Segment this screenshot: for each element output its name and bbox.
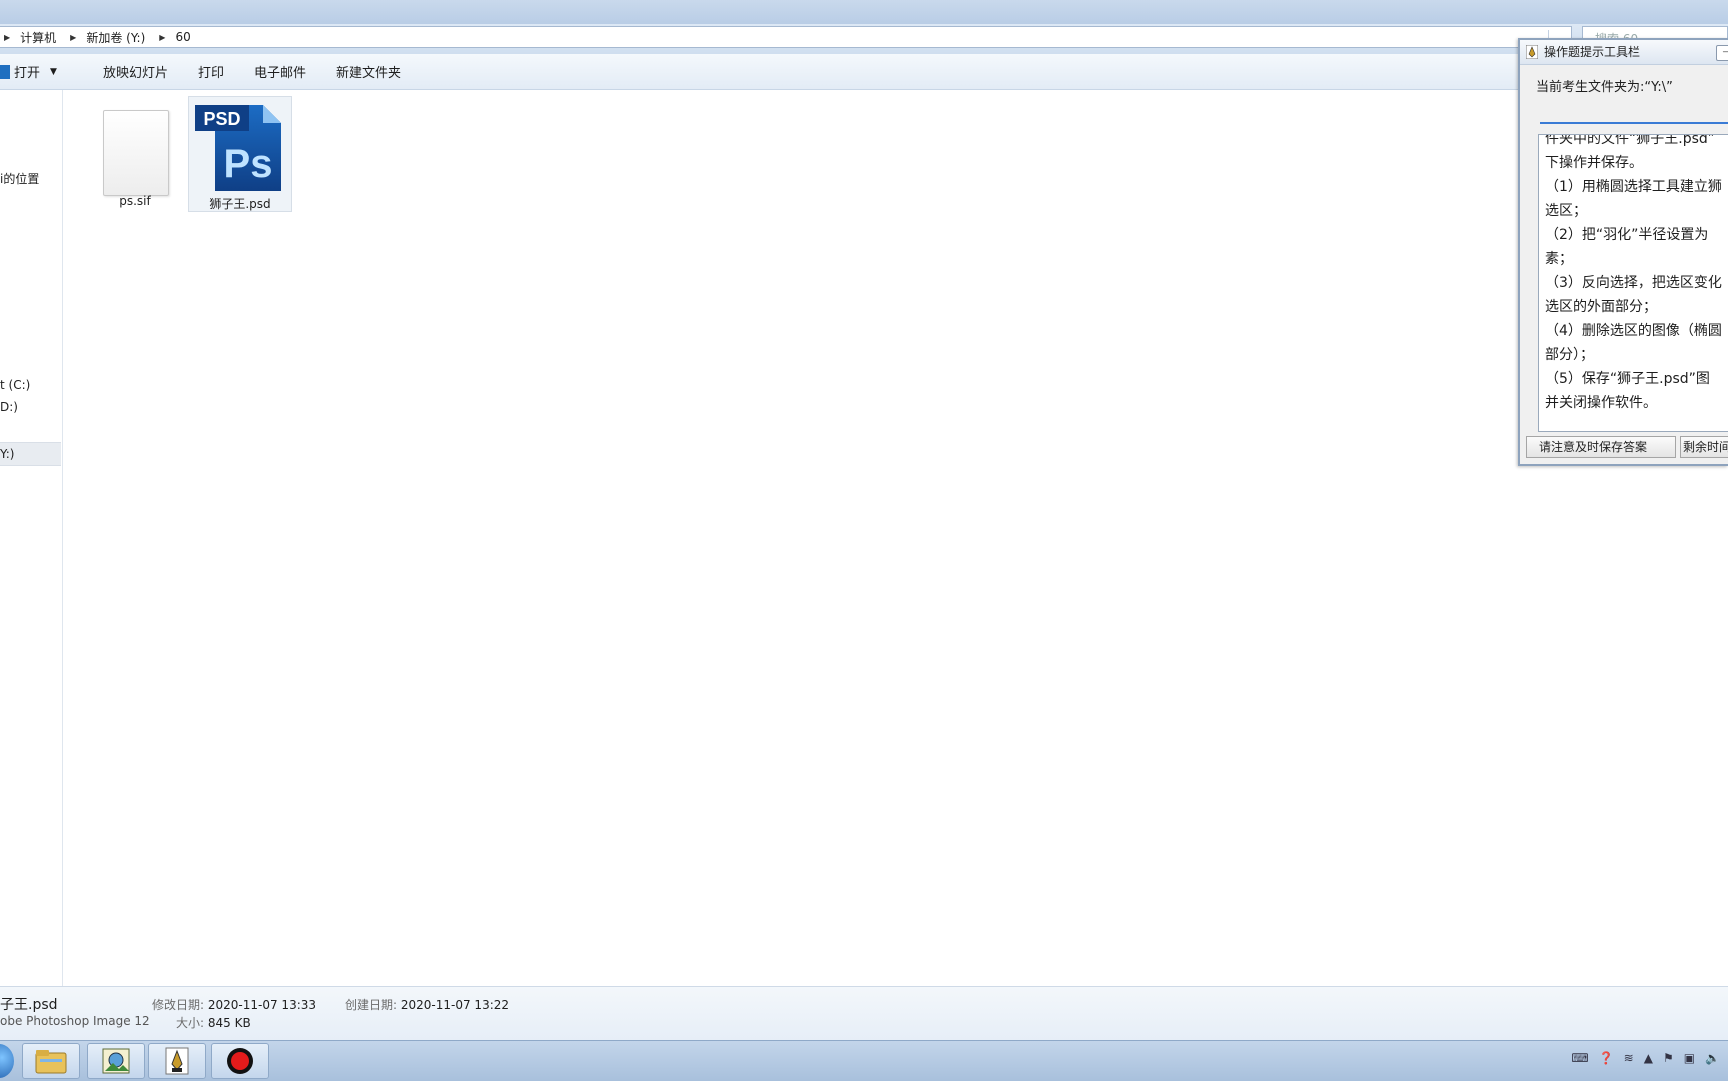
hint-window-title: 操作题提示工具栏 (1544, 45, 1641, 59)
open-button[interactable]: 打开 ▼ (0, 62, 71, 81)
instruction-line: 下操作并保存。 (1545, 155, 1643, 171)
keyboard-icon[interactable]: ⌨ (1571, 1051, 1588, 1065)
dropdown-arrow-icon: ▼ (50, 66, 57, 77)
chevron-right-icon: ▶ (4, 32, 11, 42)
instruction-line: 并关闭操作软件。 (1545, 395, 1657, 411)
show-hidden-icons-icon[interactable]: ▲ (1644, 1051, 1653, 1065)
command-toolbar: 打开 ▼ 放映幻灯片 打印 电子邮件 新建文件夹 (0, 54, 1728, 90)
action-center-flag-icon[interactable]: ⚑ (1663, 1051, 1674, 1065)
taskbar-image-viewer[interactable] (87, 1043, 145, 1079)
pen-tool-icon (165, 1047, 189, 1075)
email-button[interactable]: 电子邮件 (240, 62, 320, 81)
taskbar-recorder[interactable] (211, 1043, 269, 1079)
nav-item-drive-d[interactable]: D:) (0, 400, 18, 414)
taskbar-pen-tool[interactable] (148, 1043, 206, 1079)
image-viewer-icon (102, 1048, 130, 1074)
file-item-ps-sif[interactable]: ps.sif (83, 96, 187, 212)
app-icon (1526, 45, 1538, 59)
hint-window-title-bar[interactable]: 操作题提示工具栏 — (1520, 40, 1728, 65)
instruction-line: 部分）； (1545, 347, 1594, 363)
breadcrumb-computer[interactable]: ▶ 计算机 (2, 29, 68, 46)
instruction-line: （3）反向选择，把选区变化 (1545, 275, 1722, 291)
open-app-icon (0, 64, 10, 79)
details-pane: 子王.psd obe Photoshop Image 12 修改日期: 2020… (0, 986, 1728, 1041)
instruction-line: 选区； (1545, 203, 1587, 219)
file-list-area: ps.sif PSD Ps 狮子王.psd (63, 90, 1728, 986)
psd-badge-text: PSD (203, 109, 240, 129)
minimize-button[interactable]: — (1716, 45, 1728, 61)
explorer-icon (35, 1050, 67, 1074)
nav-item-drive-c[interactable]: t (C:) (0, 378, 30, 392)
instruction-line: （2）把“羽化”半径设置为 (1545, 227, 1709, 243)
record-icon (227, 1048, 253, 1074)
instruction-line: （4）删除选区的图像（椭圆 (1545, 323, 1722, 339)
details-created: 创建日期: 2020-11-07 13:22 (345, 998, 510, 1012)
hint-toolbar-window[interactable]: 操作题提示工具栏 — 当前考生文件夹为:“Y:\” 件夹中的文件“狮子王.psd… (1518, 38, 1728, 466)
divider-line (1540, 122, 1728, 124)
instruction-line: 素； (1545, 251, 1573, 267)
start-button[interactable] (0, 1044, 14, 1078)
slideshow-button[interactable]: 放映幻灯片 (89, 62, 182, 81)
chevron-right-icon: ▶ (70, 32, 77, 42)
ps-logo-text: Ps (224, 142, 273, 186)
candidate-folder-path: 当前考生文件夹为:“Y:\” (1536, 80, 1673, 95)
details-file-name: 子王.psd (0, 997, 58, 1013)
instruction-lines: 件夹中的文件“狮子王.psd” 下操作并保存。 （1）用椭圆选择工具建立狮 选区； （2… (1545, 134, 1728, 415)
photoshop-psd-icon: PSD Ps (195, 105, 281, 191)
instruction-line: （1）用椭圆选择工具建立狮 (1545, 179, 1722, 195)
details-modified: 修改日期: 2020-11-07 13:33 (152, 998, 317, 1012)
blank-file-icon (103, 110, 169, 196)
address-field[interactable]: ▶ 计算机 ▶ 新加卷 (Y:) ▶ 60 (0, 26, 1572, 50)
window-title-bar (0, 0, 1728, 24)
remaining-time-button[interactable]: 剩余时间 (1680, 436, 1728, 458)
breadcrumb-folder-60[interactable]: ▶ 60 (157, 30, 202, 44)
breadcrumb-drive-y[interactable]: ▶ 新加卷 (Y:) (68, 29, 157, 46)
navigation-pane: i的位置 t (C:) D:) Y:) (0, 90, 63, 986)
taskbar-explorer[interactable] (22, 1043, 80, 1079)
details-size: 大小: 845 KB (176, 1016, 251, 1030)
file-item-lion-king-psd[interactable]: PSD Ps 狮子王.psd (188, 96, 292, 212)
instruction-line: 选区的外面部分； (1545, 299, 1657, 315)
volume-icon[interactable]: 🔈 (1705, 1051, 1720, 1065)
details-file-type: obe Photoshop Image 12 (0, 1014, 150, 1028)
chevron-right-icon: ▶ (159, 32, 166, 42)
address-bar-area: ▶ 计算机 ▶ 新加卷 (Y:) ▶ 60 搜索 60 (0, 24, 1728, 54)
system-tray: ⌨ ❓ ≋ ▲ ⚑ ▣ 🔈 (1571, 1051, 1720, 1065)
print-button[interactable]: 打印 (184, 62, 238, 81)
new-folder-button[interactable]: 新建文件夹 (322, 62, 415, 81)
nav-item-recent-places[interactable]: i的位置 (0, 170, 39, 187)
nav-item-drive-y[interactable]: Y:) (0, 442, 61, 466)
save-reminder-button[interactable]: 请注意及时保存答案 (1526, 436, 1676, 458)
instruction-line: （5）保存“狮子王.psd”图 (1545, 371, 1710, 387)
help-icon[interactable]: ❓ (1599, 1051, 1614, 1065)
taskbar: ⌨ ❓ ≋ ▲ ⚑ ▣ 🔈 (0, 1040, 1728, 1081)
instruction-line: 件夹中的文件“狮子王.psd” (1545, 134, 1716, 147)
network-icon[interactable]: ▣ (1684, 1051, 1695, 1065)
instruction-text-box[interactable]: 件夹中的文件“狮子王.psd” 下操作并保存。 （1）用椭圆选择工具建立狮 选区； （2… (1538, 134, 1728, 432)
wifi-icon[interactable]: ≋ (1624, 1051, 1634, 1065)
